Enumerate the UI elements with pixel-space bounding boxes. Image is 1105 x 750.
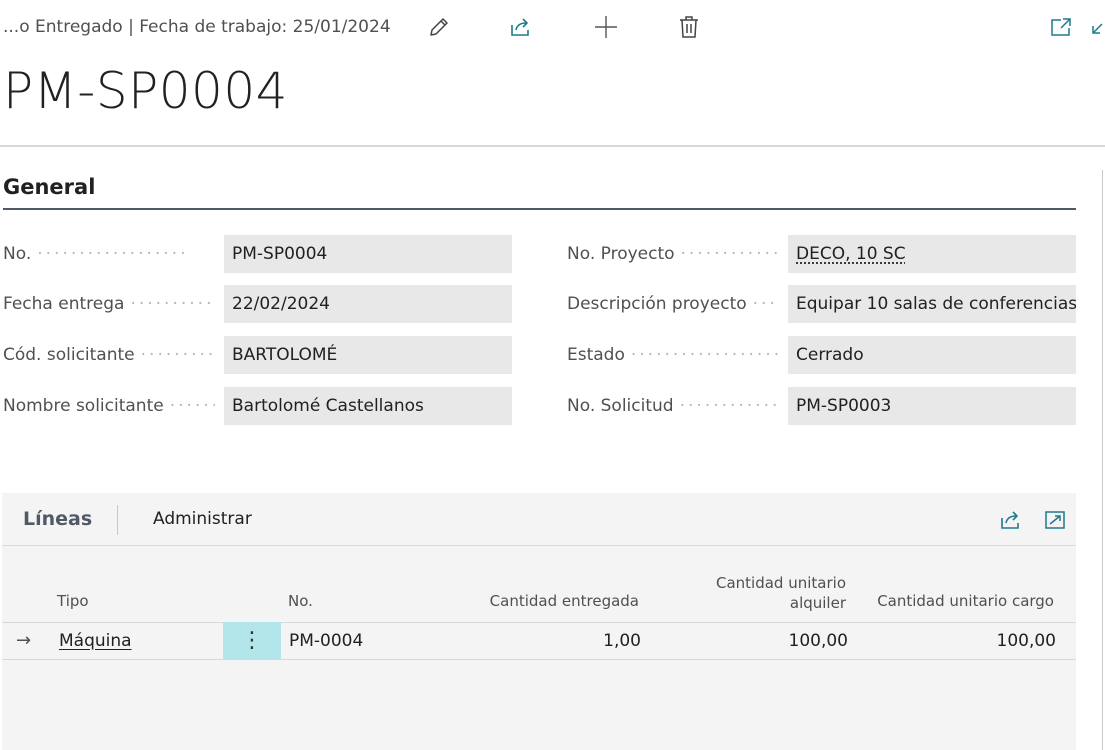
collapse-icon bbox=[1092, 23, 1103, 34]
top-bar: ...o Entregado | Fecha de trabajo: 25/01… bbox=[0, 0, 1105, 56]
field-label-fecha-entrega: Fecha entrega·················· bbox=[3, 294, 215, 314]
lines-part: Líneas Administrar Tipo No. Cantidad ent… bbox=[2, 493, 1076, 750]
page-title: PM-SP0004 bbox=[3, 62, 288, 120]
cell-tipo[interactable]: Máquina bbox=[59, 631, 132, 651]
header-row-divider bbox=[2, 622, 1076, 623]
field-label-no: No. ·················· bbox=[3, 244, 189, 264]
open-new-window-icon bbox=[1051, 18, 1071, 36]
share-icon bbox=[1001, 511, 1019, 529]
field-label-cod-solicitante: Cód. solicitante·················· bbox=[3, 345, 215, 365]
col-header-cantidad-entregada[interactable]: Cantidad entregada bbox=[442, 591, 639, 611]
lines-tab-bar: Líneas Administrar bbox=[2, 493, 1076, 546]
edit-button[interactable] bbox=[424, 12, 454, 42]
share-button[interactable] bbox=[506, 12, 536, 42]
more-vertical-icon: ⋮ bbox=[241, 628, 263, 653]
col-header-line-1: Cantidad unitario bbox=[716, 574, 846, 592]
field-value-no-proyecto[interactable]: DECO, 10 SC bbox=[788, 235, 1076, 273]
scroll-edge bbox=[1102, 170, 1103, 750]
new-icon bbox=[595, 16, 617, 38]
field-value-estado[interactable]: Cerrado bbox=[788, 336, 1076, 374]
row-actions-button[interactable]: ⋮ bbox=[223, 622, 281, 659]
field-value-descripcion-proyecto[interactable]: Equipar 10 salas de conferencias bbox=[788, 285, 1076, 323]
col-header-line-2: alquiler bbox=[789, 594, 846, 612]
lines-share-button[interactable] bbox=[998, 507, 1024, 533]
tab-divider bbox=[117, 505, 118, 535]
col-header-cantidad-unitario-alquiler[interactable]: Cantidad unitario alquiler bbox=[662, 573, 846, 613]
field-value-fecha-entrega[interactable]: 22/02/2024 bbox=[224, 285, 512, 323]
lines-expand-button[interactable] bbox=[1042, 507, 1068, 533]
tab-lineas[interactable]: Líneas bbox=[23, 508, 92, 530]
expand-icon bbox=[1045, 511, 1065, 529]
tab-administrar[interactable]: Administrar bbox=[153, 509, 252, 529]
field-label-nombre-solicitante: Nombre solicitante·················· bbox=[3, 396, 215, 416]
field-value-no-solicitud[interactable]: PM-SP0003 bbox=[788, 387, 1076, 425]
breadcrumb: ...o Entregado | Fecha de trabajo: 25/01… bbox=[3, 17, 391, 37]
cell-cantidad-unitario-alquiler[interactable]: 100,00 bbox=[702, 631, 848, 651]
row-divider bbox=[2, 659, 1076, 660]
new-button[interactable] bbox=[591, 12, 621, 42]
field-value-cod-solicitante[interactable]: BARTOLOMÉ bbox=[224, 336, 512, 374]
field-label-no-solicitud: No. Solicitud·················· bbox=[567, 396, 779, 416]
cell-no[interactable]: PM-0004 bbox=[289, 631, 363, 651]
field-label-no-proyecto: No. Proyecto·················· bbox=[567, 244, 779, 264]
field-label-estado: Estado ·················· bbox=[567, 345, 779, 365]
share-icon bbox=[511, 18, 529, 36]
general-section-title[interactable]: General bbox=[3, 175, 95, 199]
cell-cantidad-unitario-cargo[interactable]: 100,00 bbox=[902, 631, 1056, 651]
open-in-new-window-button[interactable] bbox=[1046, 12, 1076, 42]
edit-icon bbox=[430, 18, 448, 36]
general-section-rule bbox=[3, 208, 1076, 210]
row-selected-arrow-icon: → bbox=[16, 630, 32, 651]
field-label-descripcion-proyecto: Descripción proyecto·················· bbox=[567, 294, 779, 314]
cell-cantidad-entregada[interactable]: 1,00 bbox=[502, 631, 641, 651]
col-header-cantidad-unitario-cargo[interactable]: Cantidad unitario cargo bbox=[862, 591, 1054, 611]
col-header-no[interactable]: No. bbox=[288, 591, 313, 611]
collapse-button[interactable] bbox=[1088, 12, 1105, 42]
delete-icon bbox=[680, 16, 698, 38]
delete-button[interactable] bbox=[674, 12, 704, 42]
field-value-nombre-solicitante[interactable]: Bartolomé Castellanos bbox=[224, 387, 512, 425]
col-header-tipo[interactable]: Tipo bbox=[57, 591, 89, 611]
header-divider bbox=[0, 145, 1105, 147]
field-value-no[interactable]: PM-SP0004 bbox=[224, 235, 512, 273]
